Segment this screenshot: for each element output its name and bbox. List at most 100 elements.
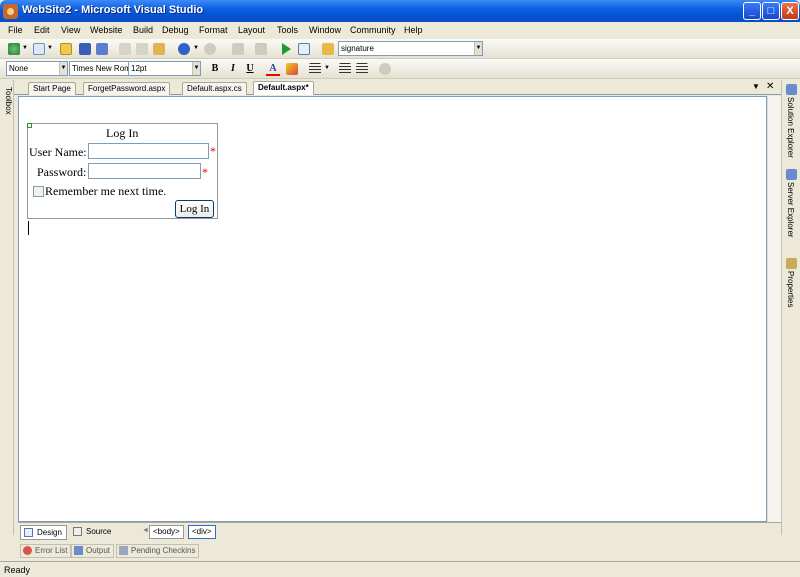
menu-edit[interactable]: Edit (34, 25, 50, 35)
password-required-marker: * (202, 165, 208, 179)
cut-icon[interactable] (119, 43, 131, 55)
username-required-marker: * (210, 144, 216, 158)
chevron-down-icon[interactable]: ▼ (192, 62, 200, 75)
design-view-button[interactable]: Design (20, 525, 67, 540)
block-format-value: None (9, 64, 29, 73)
text-caret (28, 221, 29, 235)
block-format-select[interactable]: None ▼ (6, 61, 68, 76)
login-button[interactable]: Log In (175, 200, 214, 218)
font-size-select[interactable]: 12pt ▼ (128, 61, 201, 76)
menu-window[interactable]: Window (309, 25, 341, 35)
server-explorer-icon[interactable] (786, 169, 797, 180)
properties-icon[interactable] (786, 258, 797, 269)
properties-tab[interactable]: Properties (786, 271, 795, 307)
password-input[interactable] (88, 163, 201, 179)
menu-debug[interactable]: Debug (162, 25, 189, 35)
menu-website[interactable]: Website (90, 25, 122, 35)
chevron-down-icon[interactable]: ▼ (323, 63, 331, 74)
hyperlink-icon[interactable] (379, 63, 391, 75)
chevron-down-icon[interactable]: ▼ (474, 42, 482, 55)
design-view-label: Design (37, 528, 62, 537)
save-icon[interactable] (79, 43, 91, 55)
standard-toolbar: ▼ ▼ ▼ signature ▼ (0, 39, 800, 59)
right-panel-strip: Solution Explorer Server Explorer Proper… (781, 80, 800, 535)
tab-default-aspx[interactable]: Default.aspx* (253, 81, 314, 95)
menu-community[interactable]: Community (350, 25, 396, 35)
source-view-icon (73, 527, 82, 536)
remember-me-label: Remember me next time. (45, 184, 167, 198)
italic-button[interactable]: I (226, 62, 240, 76)
minimize-button[interactable]: _ (743, 2, 761, 20)
highlight-icon[interactable] (286, 63, 298, 75)
menu-bar: File Edit View Website Build Debug Forma… (0, 22, 800, 39)
find-combo-value: signature (341, 44, 374, 53)
copy-icon[interactable] (136, 43, 148, 55)
menu-file[interactable]: File (8, 25, 23, 35)
undo-icon[interactable] (178, 43, 190, 55)
chevron-down-icon[interactable]: ▼ (46, 43, 54, 54)
chevron-down-icon[interactable]: ▼ (192, 43, 200, 54)
menu-tools[interactable]: Tools (277, 25, 298, 35)
tag-div[interactable]: <div> (188, 525, 216, 539)
tab-forgetpassword-aspx[interactable]: ForgetPassword.aspx (83, 82, 171, 95)
open-folder-icon[interactable] (60, 43, 72, 55)
add-new-item-icon[interactable] (33, 43, 45, 55)
source-view-button[interactable]: Source (70, 525, 115, 540)
smart-tag-icon[interactable] (27, 123, 32, 128)
pending-checkins-icon (119, 546, 128, 555)
tab-default-aspx-cs[interactable]: Default.aspx.cs (182, 82, 247, 95)
navigate-forward-icon[interactable] (255, 43, 267, 55)
error-list-icon (23, 546, 32, 555)
foreground-color-button[interactable]: A (266, 62, 280, 76)
username-input[interactable] (88, 143, 209, 159)
find-combo[interactable]: signature ▼ (338, 41, 483, 56)
close-button[interactable]: X (781, 2, 799, 20)
redo-icon[interactable] (204, 43, 216, 55)
close-document-icon[interactable]: ✕ (766, 81, 774, 92)
justify-icon[interactable] (309, 63, 321, 75)
tag-scroll-left-icon[interactable]: ◄ (142, 527, 149, 534)
bold-button[interactable]: B (208, 62, 222, 76)
tab-start-page[interactable]: Start Page (28, 82, 76, 95)
output-label: Output (86, 546, 111, 555)
menu-help[interactable]: Help (404, 25, 423, 35)
chevron-down-icon[interactable]: ▼ (59, 62, 67, 75)
tag-body[interactable]: <body> (149, 525, 184, 539)
menu-view[interactable]: View (61, 25, 80, 35)
new-website-icon[interactable] (8, 43, 20, 55)
chevron-down-icon[interactable]: ▼ (21, 43, 29, 54)
find-icon[interactable] (298, 43, 310, 55)
underline-button[interactable]: U (243, 62, 257, 76)
status-text: Ready (4, 565, 31, 575)
pending-checkins-tab[interactable]: Pending Checkins (116, 544, 200, 558)
save-all-icon[interactable] (96, 43, 108, 55)
maximize-button[interactable]: □ (762, 2, 780, 20)
menu-layout[interactable]: Layout (238, 25, 265, 35)
remember-me-checkbox[interactable] (33, 186, 44, 197)
find-in-files-icon[interactable] (322, 43, 334, 55)
server-explorer-tab[interactable]: Server Explorer (786, 182, 795, 238)
tab-list-dropdown-icon[interactable]: ▼ (752, 82, 760, 91)
error-list-label: Error List (35, 546, 68, 555)
formatting-toolbar: None ▼ Times New Roman ▼ 12pt ▼ B I U A … (0, 59, 800, 79)
toolbox-tab[interactable]: Toolbox (1, 87, 13, 115)
pending-checkins-label: Pending Checkins (131, 546, 196, 555)
start-debugging-icon[interactable] (282, 43, 291, 55)
numbered-list-icon[interactable] (356, 63, 368, 75)
tool-window-tabs: Error List Output Pending Checkins (18, 542, 781, 560)
source-view-label: Source (86, 527, 112, 536)
output-icon (74, 546, 83, 555)
toolbox-strip (0, 80, 14, 535)
paste-icon[interactable] (153, 43, 165, 55)
font-size-value: 12pt (131, 64, 147, 73)
solution-explorer-tab[interactable]: Solution Explorer (786, 97, 795, 158)
solution-explorer-icon[interactable] (786, 84, 797, 95)
bulleted-list-icon[interactable] (339, 63, 351, 75)
window-title: WebSite2 - Microsoft Visual Studio (22, 4, 204, 16)
menu-format[interactable]: Format (199, 25, 228, 35)
vertical-scrollbar[interactable] (767, 96, 781, 522)
navigate-backward-icon[interactable] (232, 43, 244, 55)
error-list-tab[interactable]: Error List (20, 544, 72, 558)
menu-build[interactable]: Build (133, 25, 153, 35)
output-tab[interactable]: Output (71, 544, 115, 558)
